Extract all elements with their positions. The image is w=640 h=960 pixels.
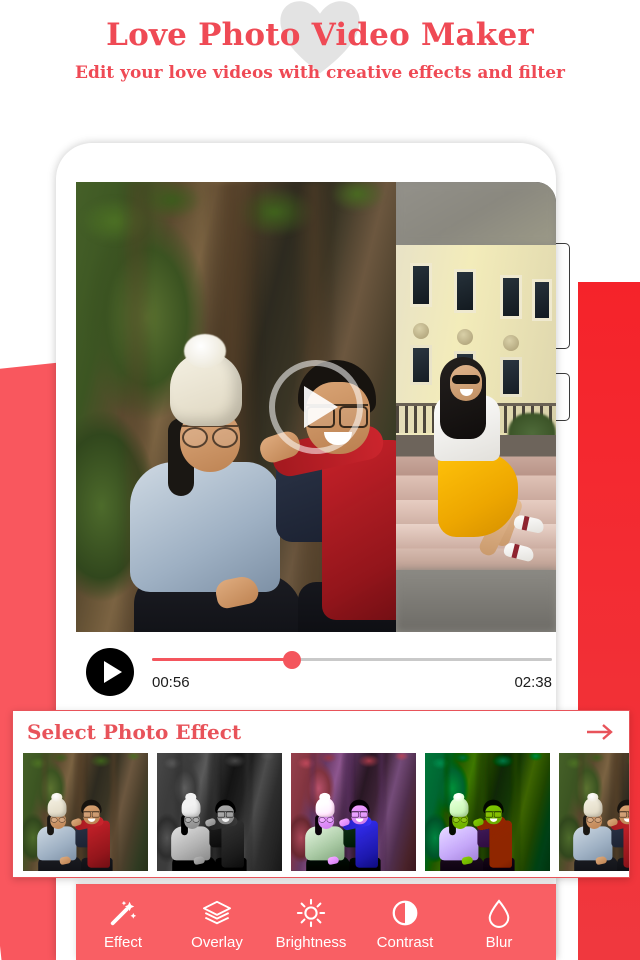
seek-fill (152, 658, 292, 661)
woman-on-steps-photo (396, 245, 556, 570)
layers-icon (170, 896, 264, 930)
header: Love Photo Video Maker Edit your love vi… (0, 0, 640, 120)
couple-photo (559, 753, 629, 871)
toolbar-item-contrast[interactable]: Contrast (358, 884, 452, 951)
toolbar-item-label: Overlay (191, 934, 243, 951)
toolbar-item-label: S (546, 934, 556, 951)
toolbar-item-overlay[interactable]: Overlay (170, 884, 264, 951)
seek-thumb[interactable] (283, 651, 301, 669)
total-time: 02:38 (514, 674, 552, 691)
video-preview[interactable] (76, 182, 556, 632)
phone-volume-button-down (554, 373, 570, 421)
effect-thumbnail[interactable] (157, 753, 282, 871)
sticker-icon (546, 896, 556, 930)
app-screenshot: Love Photo Video Maker Edit your love vi… (0, 0, 640, 960)
effect-thumbnail-preview (23, 753, 148, 871)
video-play-overlay-button[interactable] (269, 360, 363, 454)
page-subtitle: Edit your love videos with creative effe… (75, 63, 565, 84)
magic-wand-icon (76, 896, 170, 930)
toolbar-item-label: Contrast (376, 934, 434, 951)
play-icon (103, 661, 122, 683)
seek-bar[interactable]: 00:56 02:38 (152, 648, 552, 696)
couple-photo (291, 753, 416, 871)
effect-panel-header: Select Photo Effect (13, 711, 629, 753)
toolbar-item-label: Blur (485, 934, 513, 951)
effect-thumbnail-preview (291, 753, 416, 871)
toolbar-item-label: Effect (103, 934, 143, 951)
effect-thumbnail[interactable] (425, 753, 550, 871)
toolbar-item-effect[interactable]: Effect (76, 884, 170, 951)
sun-icon (264, 896, 358, 930)
current-time: 00:56 (152, 674, 190, 691)
bottom-toolbar[interactable]: Effect Overlay Brightness Contrast Blur S (76, 884, 556, 960)
toolbar-item-s[interactable]: S (546, 884, 556, 951)
effect-thumbnail-preview (559, 753, 629, 871)
select-photo-effect-panel: Select Photo Effect (12, 710, 630, 878)
player-controls: 00:56 02:38 (76, 638, 556, 706)
effect-panel-title: Select Photo Effect (27, 720, 242, 744)
effect-thumbnail-preview (425, 753, 550, 871)
toolbar-item-blur[interactable]: Blur (452, 884, 546, 951)
effect-thumbnail[interactable] (23, 753, 148, 871)
effect-thumbnail[interactable] (291, 753, 416, 871)
contrast-circle-icon (358, 896, 452, 930)
play-icon (304, 386, 338, 428)
video-pane-right (396, 182, 556, 632)
time-labels: 00:56 02:38 (152, 674, 552, 691)
couple-photo (23, 753, 148, 871)
play-button[interactable] (86, 648, 134, 696)
arrow-right-icon[interactable] (585, 721, 615, 743)
phone-volume-button-up (554, 243, 570, 349)
effect-thumbnail[interactable] (559, 753, 629, 871)
droplet-icon (452, 896, 546, 930)
couple-photo (425, 753, 550, 871)
toolbar-item-label: Brightness (275, 934, 347, 951)
effect-thumbnail-preview (157, 753, 282, 871)
toolbar-item-brightness[interactable]: Brightness (264, 884, 358, 951)
effect-thumbnail-list[interactable] (13, 753, 629, 873)
couple-photo (157, 753, 282, 871)
page-title: Love Photo Video Maker (106, 17, 534, 53)
